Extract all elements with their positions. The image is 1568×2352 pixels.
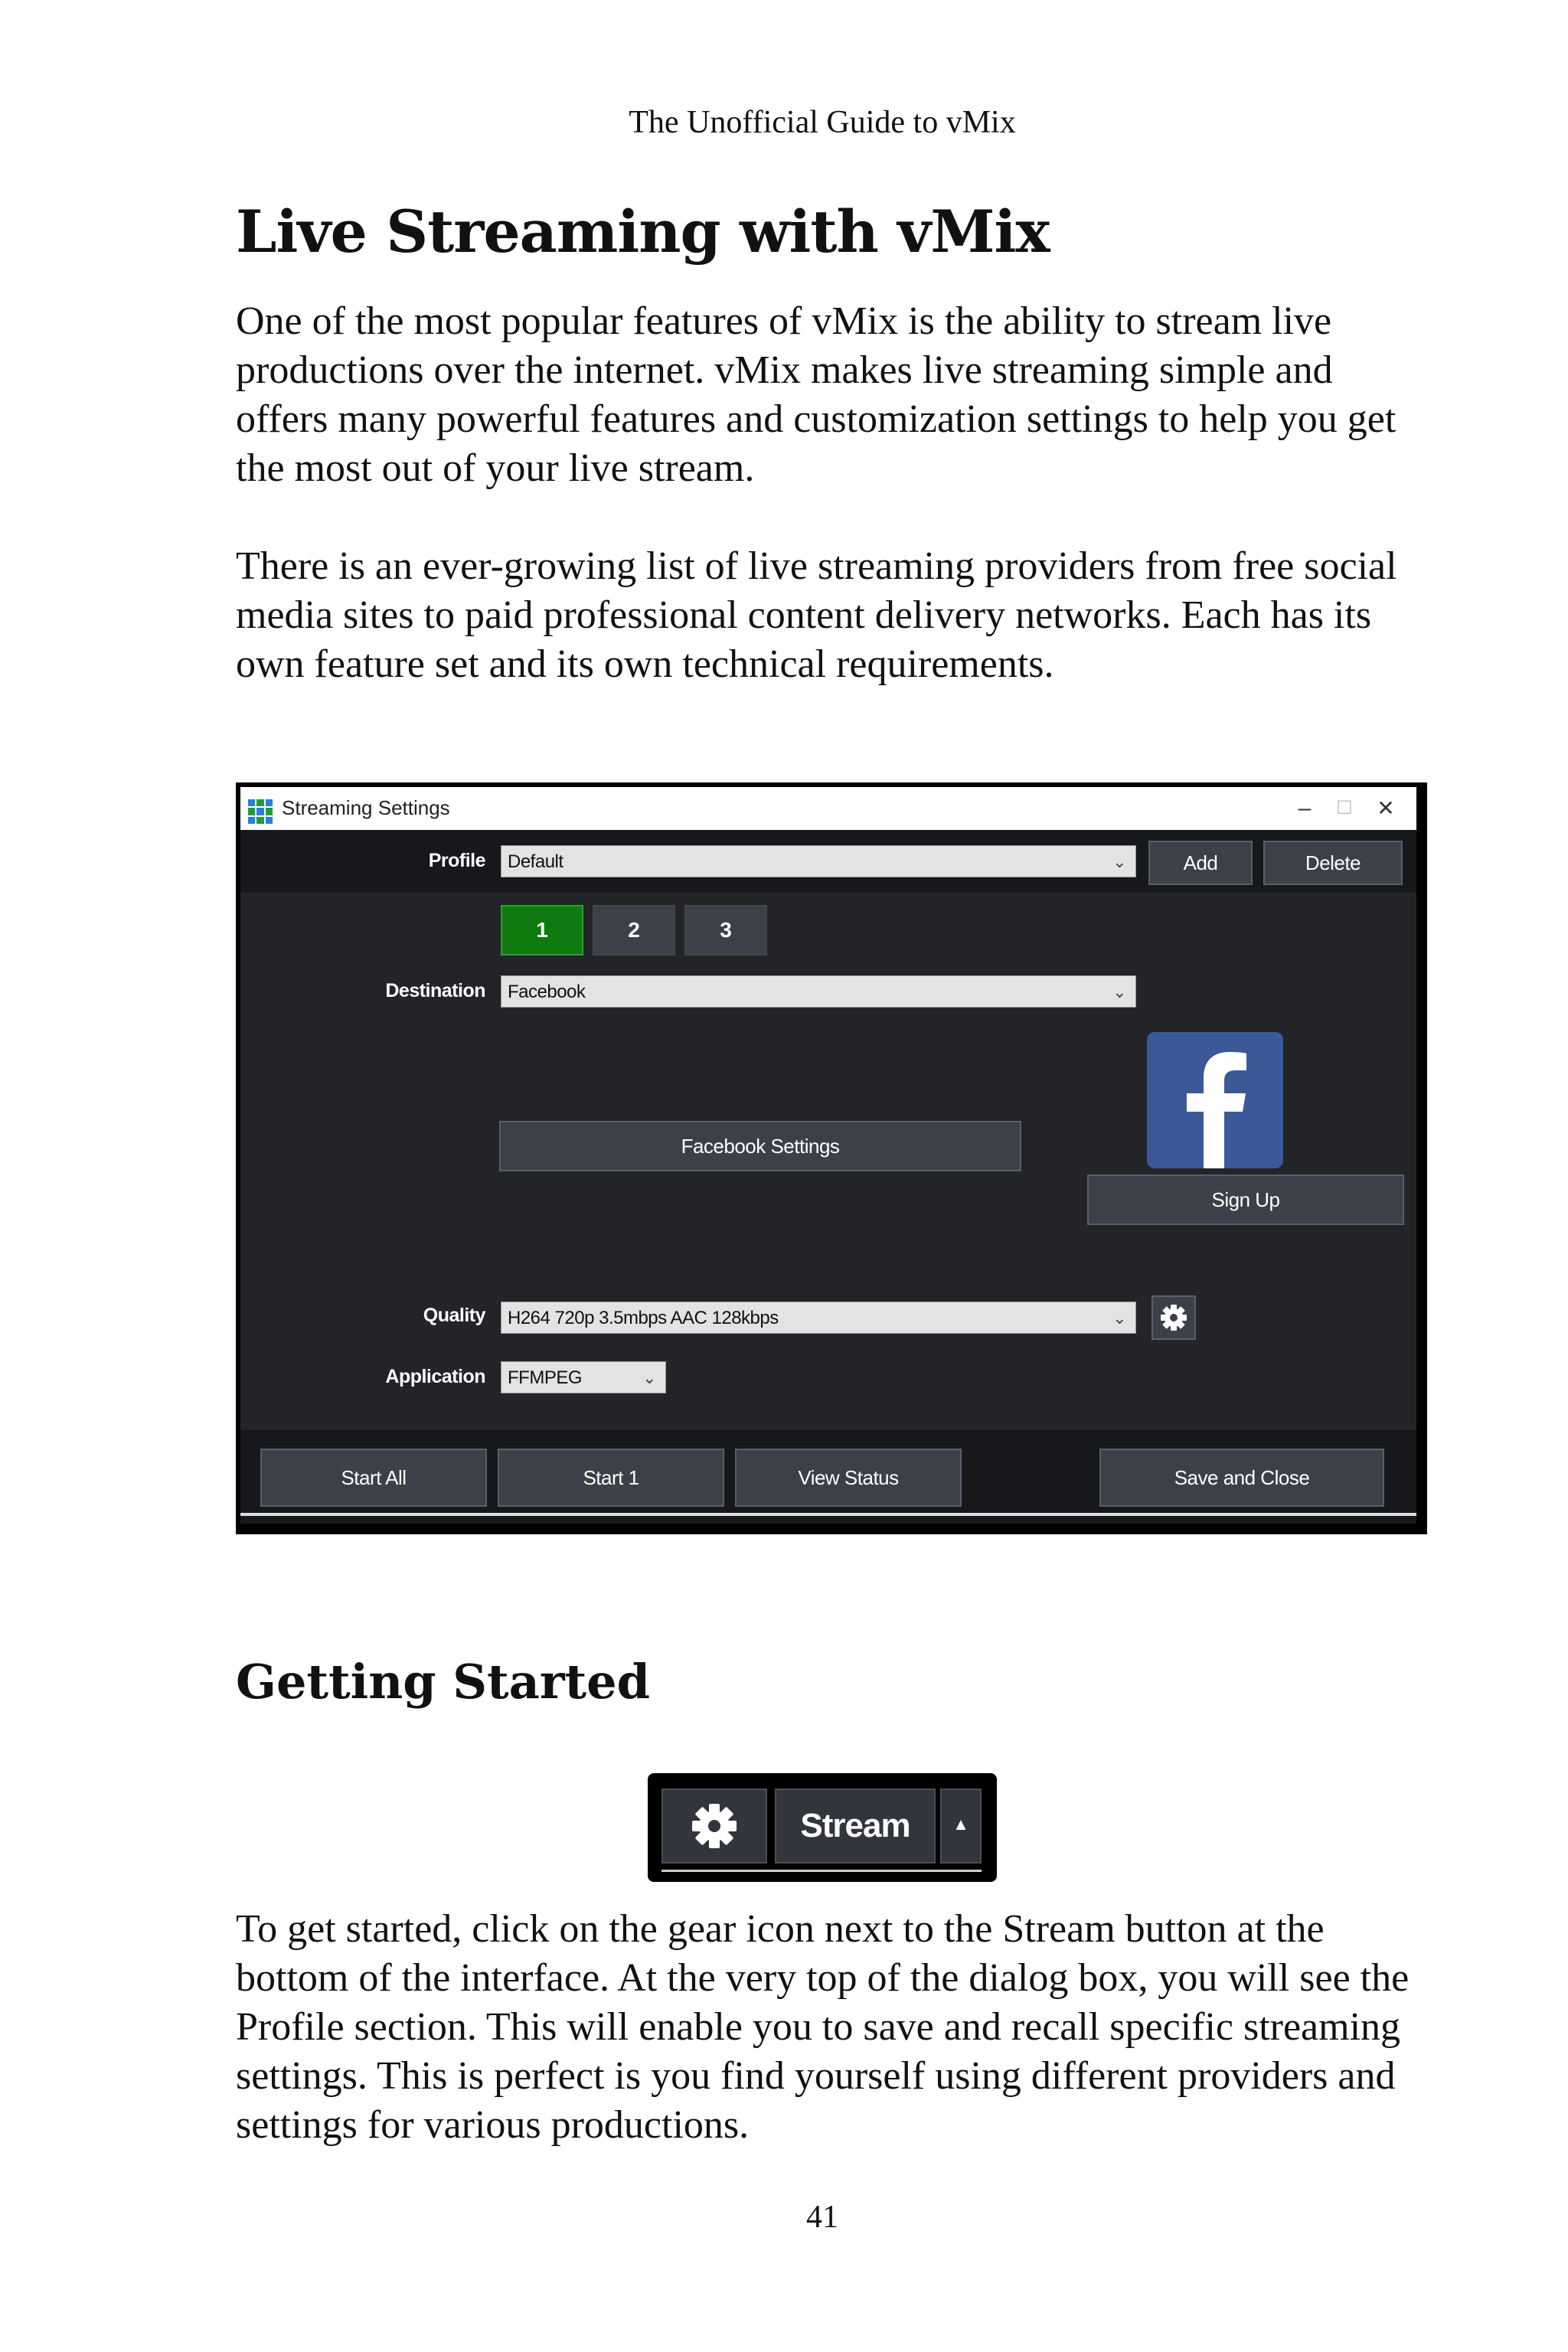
dialog-bottom-divider <box>240 1513 1416 1516</box>
delete-profile-button[interactable]: Delete <box>1263 841 1403 885</box>
stream-settings-button[interactable] <box>662 1788 767 1864</box>
facebook-f-icon <box>1187 1052 1246 1168</box>
gear-icon <box>1161 1305 1187 1331</box>
page-title: Live Streaming with vMix <box>236 198 1050 266</box>
running-head: The Unofficial Guide to vMix <box>629 105 1016 140</box>
sign-up-button[interactable]: Sign Up <box>1087 1174 1404 1225</box>
chevron-down-icon: ⌄ <box>1112 982 1126 1001</box>
chevron-down-icon: ⌄ <box>1112 1308 1126 1328</box>
caret-up-icon[interactable]: ▲ <box>940 1788 982 1864</box>
minimize-icon[interactable]: – <box>1288 792 1321 825</box>
stream-button[interactable]: Stream <box>775 1788 936 1864</box>
destination-tab-3[interactable]: 3 <box>684 905 767 956</box>
destination-select[interactable]: Facebook ⌄ <box>501 975 1136 1008</box>
destination-value: Facebook <box>508 982 586 1002</box>
window-title: Streaming Settings <box>282 796 450 819</box>
paragraph-getting-started: To get started, click on the gear icon n… <box>236 1907 1410 2147</box>
destination-tab-2[interactable]: 2 <box>593 905 675 956</box>
paragraph-intro: One of the most popular features of vMix… <box>236 299 1396 490</box>
streaming-settings-dialog: Streaming Settings – ☐ ✕ Profile Default… <box>236 782 1427 1534</box>
destination-tab-1[interactable]: 1 <box>501 905 583 956</box>
gear-icon <box>692 1804 737 1848</box>
profile-label: Profile <box>428 850 486 871</box>
chevron-down-icon: ⌄ <box>642 1368 656 1387</box>
chevron-down-icon: ⌄ <box>1112 852 1126 871</box>
profile-value: Default <box>508 851 564 872</box>
add-profile-button[interactable]: Add <box>1148 841 1253 885</box>
stream-control-bar: Stream ▲ <box>648 1773 997 1882</box>
dialog-body: Streaming Settings – ☐ ✕ Profile Default… <box>240 787 1416 1524</box>
close-icon[interactable]: ✕ <box>1369 792 1403 825</box>
title-bar: Streaming Settings – ☐ ✕ <box>240 787 1416 830</box>
save-and-close-button[interactable]: Save and Close <box>1099 1449 1384 1507</box>
application-label: Application <box>385 1366 485 1387</box>
start-all-button[interactable]: Start All <box>260 1449 487 1507</box>
stream-bar-underline <box>662 1870 982 1872</box>
maximize-icon[interactable]: ☐ <box>1328 792 1361 825</box>
application-select[interactable]: FFMPEG ⌄ <box>501 1361 666 1393</box>
profile-section: Profile Default ⌄ Add Delete <box>240 830 1416 893</box>
quality-label: Quality <box>423 1305 486 1326</box>
quality-settings-button[interactable] <box>1152 1295 1196 1340</box>
destination-label: Destination <box>385 980 485 1001</box>
section-heading: Getting Started <box>236 1654 650 1710</box>
page-number: 41 <box>806 2200 838 2235</box>
application-value: FFMPEG <box>508 1367 583 1388</box>
vmix-app-icon <box>248 799 273 824</box>
facebook-logo <box>1147 1032 1283 1168</box>
dialog-footer: Start All Start 1 View Status Save and C… <box>240 1430 1416 1524</box>
quality-value: H264 720p 3.5mbps AAC 128kbps <box>508 1308 779 1328</box>
start-1-button[interactable]: Start 1 <box>498 1449 724 1507</box>
facebook-settings-button[interactable]: Facebook Settings <box>499 1121 1021 1171</box>
quality-select[interactable]: H264 720p 3.5mbps AAC 128kbps ⌄ <box>501 1302 1136 1334</box>
paragraph-providers: There is an ever-growing list of live st… <box>236 544 1397 686</box>
profile-select[interactable]: Default ⌄ <box>501 845 1136 877</box>
view-status-button[interactable]: View Status <box>735 1449 962 1507</box>
